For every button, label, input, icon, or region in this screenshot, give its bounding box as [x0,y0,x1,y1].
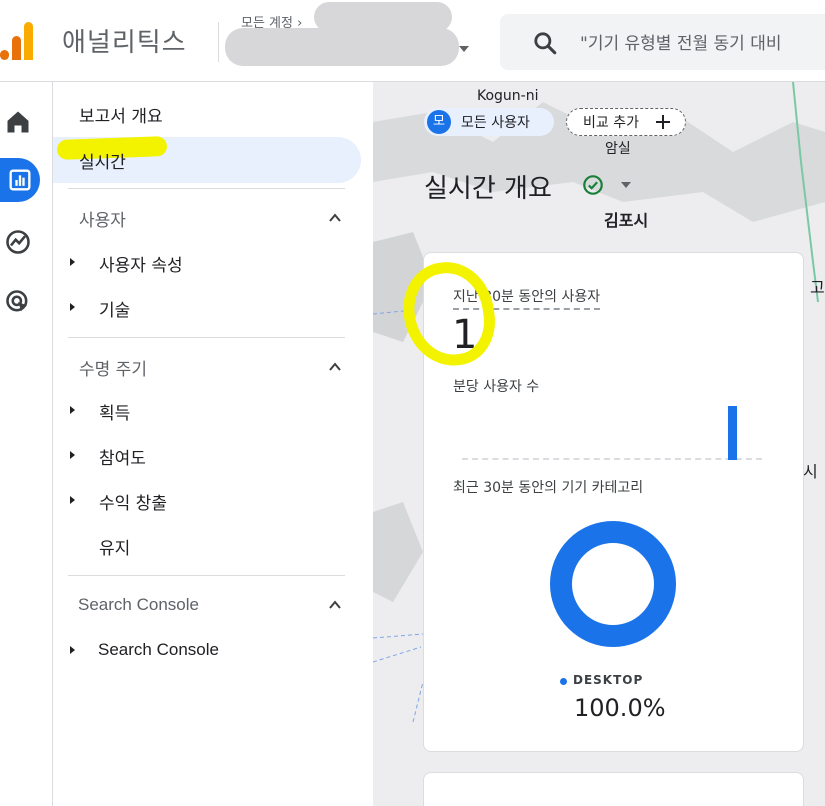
check-circle-icon[interactable] [582,174,604,196]
legend-series-desktop: DESKTOP [573,673,644,687]
search-input[interactable]: "기기 유형별 전월 동기 대비 [580,29,825,54]
expand-arrow-icon[interactable] [70,451,75,459]
device-category-label: 최근 30분 동안의 기기 카테고리 [453,480,644,496]
device-donut-chart[interactable] [550,521,676,647]
donut-slice-desktop[interactable] [550,521,676,647]
nav-engagement[interactable]: 참여도 [99,444,146,469]
chevron-down-icon[interactable] [459,46,469,52]
minute-bar[interactable] [728,406,738,460]
chevron-down-icon[interactable] [621,182,631,188]
legend-value-desktop: 100.0% [574,694,666,722]
segment-avatar: 모 [427,110,451,134]
nav-reports-overview[interactable]: 보고서 개요 [79,102,163,127]
nav-tech[interactable]: 기술 [99,296,130,321]
report-nav: 보고서 개요 실시간 사용자 사용자 속성 기술 수명 주기 획득 참여도 수익… [53,82,373,806]
nav-monetization[interactable]: 수익 창출 [99,489,167,514]
expand-arrow-icon[interactable] [70,646,75,654]
expand-arrow-icon[interactable] [70,303,75,311]
advertising-icon[interactable] [4,288,32,316]
map-label: 김포시 [604,211,649,230]
redacted-property-name[interactable] [225,28,459,66]
nav-user-attributes[interactable]: 사용자 속성 [99,251,183,276]
chevron-up-icon[interactable] [329,212,341,224]
expand-arrow-icon[interactable] [70,496,75,504]
sparkline-baseline [462,458,762,460]
map-label: 암실 [605,141,631,157]
header-divider [218,22,219,62]
nav-retention[interactable]: 유지 [99,534,130,559]
home-icon[interactable] [4,108,32,136]
all-users-chip-label: 모든 사용자 [461,115,530,131]
plus-icon[interactable] [655,114,671,130]
add-comparison-label: 비교 추가 [583,115,639,131]
analytics-logo[interactable] [0,20,36,60]
next-card [423,772,804,806]
nav-realtime[interactable]: 실시간 [79,148,126,173]
explore-icon[interactable] [4,228,32,256]
map-label: 고 [810,278,825,297]
per-minute-label: 분당 사용자 수 [453,379,540,395]
chevron-up-icon[interactable] [329,361,341,373]
expand-arrow-icon[interactable] [70,406,75,414]
nav-divider [68,337,345,338]
nav-divider [68,188,345,189]
chevron-up-icon[interactable] [329,599,341,611]
legend-dot [560,678,567,685]
left-rail [0,82,53,806]
map-label: 시 [803,462,818,481]
map-label: Kogun-ni [477,88,539,104]
section-search-console[interactable]: Search Console [78,595,199,615]
nav-divider [68,575,345,576]
reports-icon[interactable] [6,166,34,194]
nav-search-console[interactable]: Search Console [98,640,219,660]
expand-arrow-icon[interactable] [70,258,75,266]
app-title: 애널리틱스 [62,28,187,58]
section-user[interactable]: 사용자 [79,206,126,231]
top-bar: 애널리틱스 모든 계정 › "기기 유형별 전월 동기 대비 [0,0,825,82]
page-title: 실시간 개요 [424,174,552,204]
nav-acquisition[interactable]: 획득 [99,399,130,424]
section-lifecycle[interactable]: 수명 주기 [79,355,147,380]
search-icon[interactable] [532,30,558,56]
